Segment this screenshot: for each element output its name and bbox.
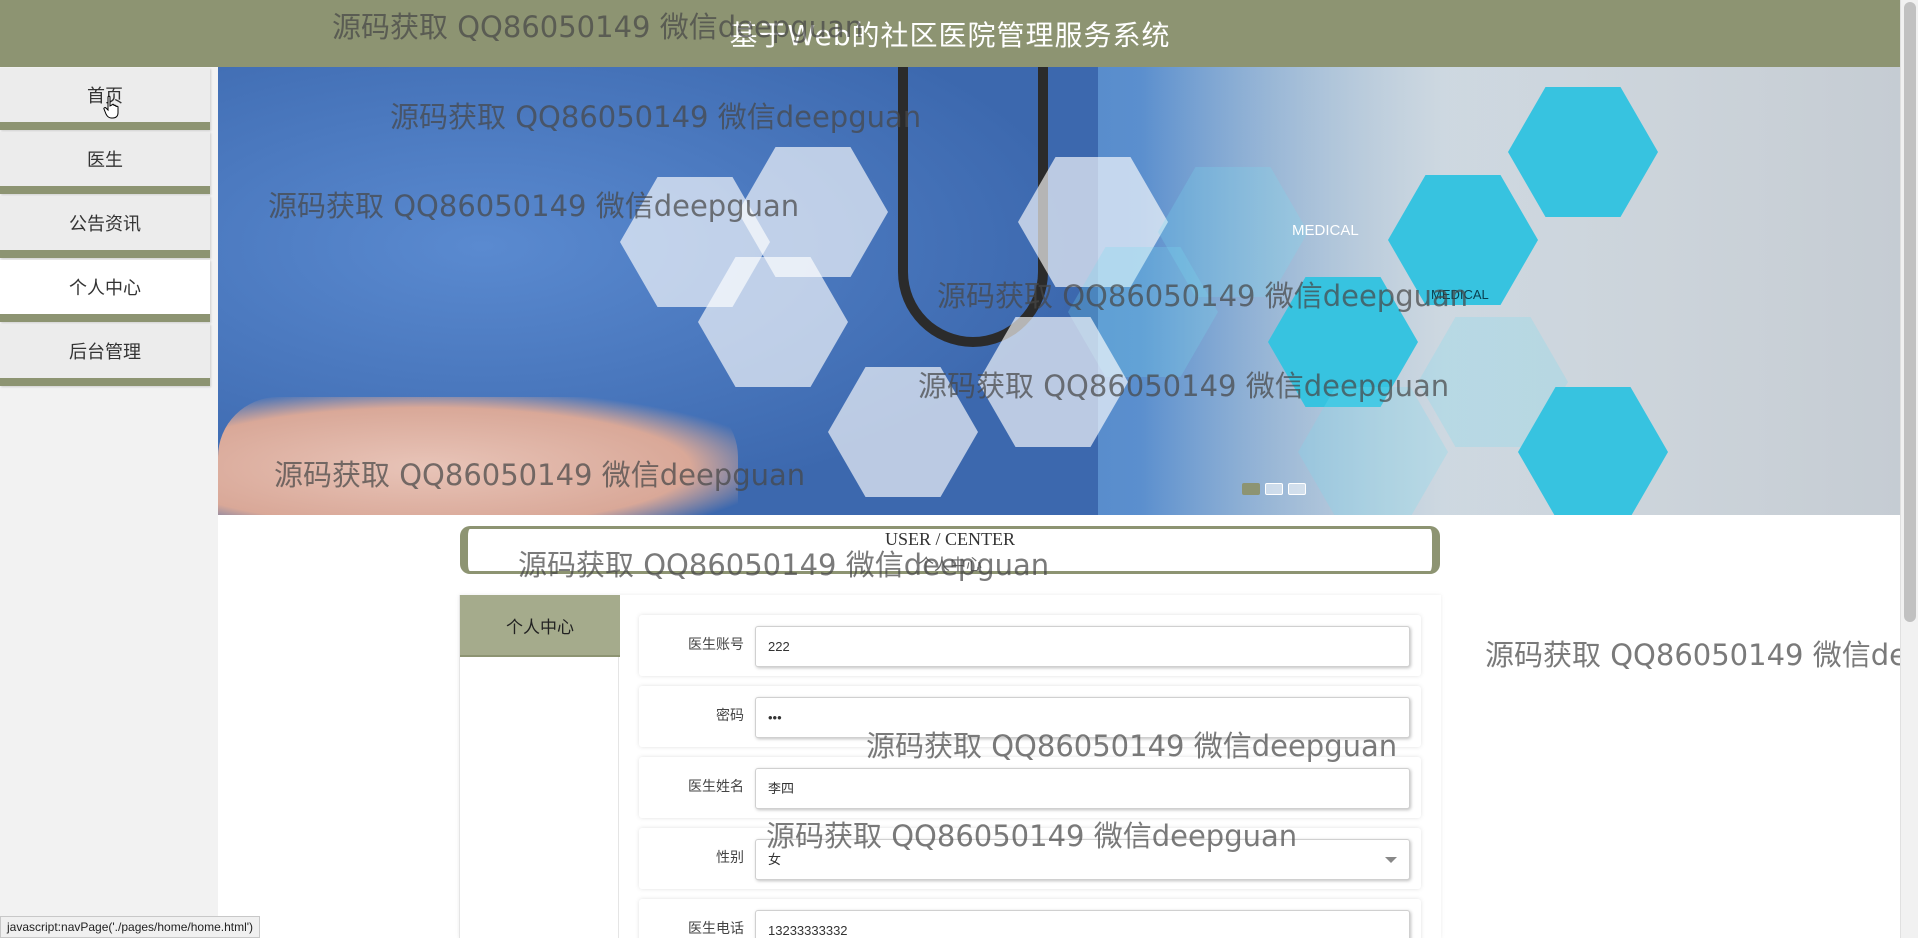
user-center-heading: USER / CENTER 个人中心 (460, 526, 1440, 574)
password-input[interactable]: ••• (755, 697, 1410, 738)
site-title: 基于Web的社区医院管理服务系统 (729, 19, 1171, 52)
account-label: 医生账号 (688, 637, 744, 653)
carousel-dot-1[interactable] (1242, 483, 1260, 495)
gender-label: 性别 (716, 850, 744, 866)
scrollbar-thumb[interactable] (1904, 2, 1916, 622)
gender-value: 女 (768, 852, 782, 867)
profile-tabs: 个人中心 (459, 595, 620, 938)
carousel-indicators (1242, 483, 1306, 495)
sidebar-item-announcements[interactable]: 公告资讯 (0, 196, 210, 258)
medical-cross-label: MEDICAL (1431, 287, 1489, 302)
carousel-dot-2[interactable] (1265, 483, 1283, 495)
chevron-down-icon (1385, 857, 1397, 863)
medical-hex-label: MEDICAL (1292, 222, 1359, 239)
form-row-name: 医生姓名 李四 (639, 757, 1421, 818)
form-row-phone: 医生电话 13233333332 (639, 899, 1421, 938)
form-row-account: 医生账号 222 (639, 615, 1421, 676)
user-center-title: USER / CENTER (884, 529, 1015, 549)
watermark: 源码获取 QQ86050149 微信deepguan (1485, 638, 1918, 672)
hand-cursor-icon (103, 95, 119, 119)
sidebar-item-doctors[interactable]: 医生 (0, 132, 210, 194)
user-center-subtitle: 个人中心 (917, 555, 982, 574)
doctor-hand-image (218, 397, 738, 515)
name-input[interactable]: 李四 (755, 768, 1410, 809)
carousel-dot-3[interactable] (1288, 483, 1306, 495)
form-row-password: 密码 ••• (639, 686, 1421, 747)
top-header: 基于Web的社区医院管理服务系统 (0, 0, 1900, 67)
browser-status-bar: javascript:navPage('./pages/home/home.ht… (0, 916, 261, 938)
phone-label: 医生电话 (688, 921, 744, 937)
form-row-gender: 性别 女 (639, 828, 1421, 889)
gender-select[interactable]: 女 (755, 839, 1410, 880)
tab-personal-center[interactable]: 个人中心 (460, 595, 620, 657)
password-label: 密码 (716, 708, 744, 724)
stethoscope-image (898, 67, 1048, 347)
phone-input[interactable]: 13233333332 (755, 910, 1410, 938)
name-label: 医生姓名 (688, 779, 744, 795)
hero-banner: MEDICAL MEDICAL (218, 67, 1900, 515)
sidebar-item-personal-center[interactable]: 个人中心 (0, 260, 210, 322)
account-input[interactable]: 222 (755, 626, 1410, 667)
sidebar-nav: 首页 医生 公告资讯 个人中心 后台管理 (0, 67, 218, 938)
sidebar-item-admin[interactable]: 后台管理 (0, 324, 210, 386)
page-scrollbar[interactable] (1900, 0, 1918, 938)
